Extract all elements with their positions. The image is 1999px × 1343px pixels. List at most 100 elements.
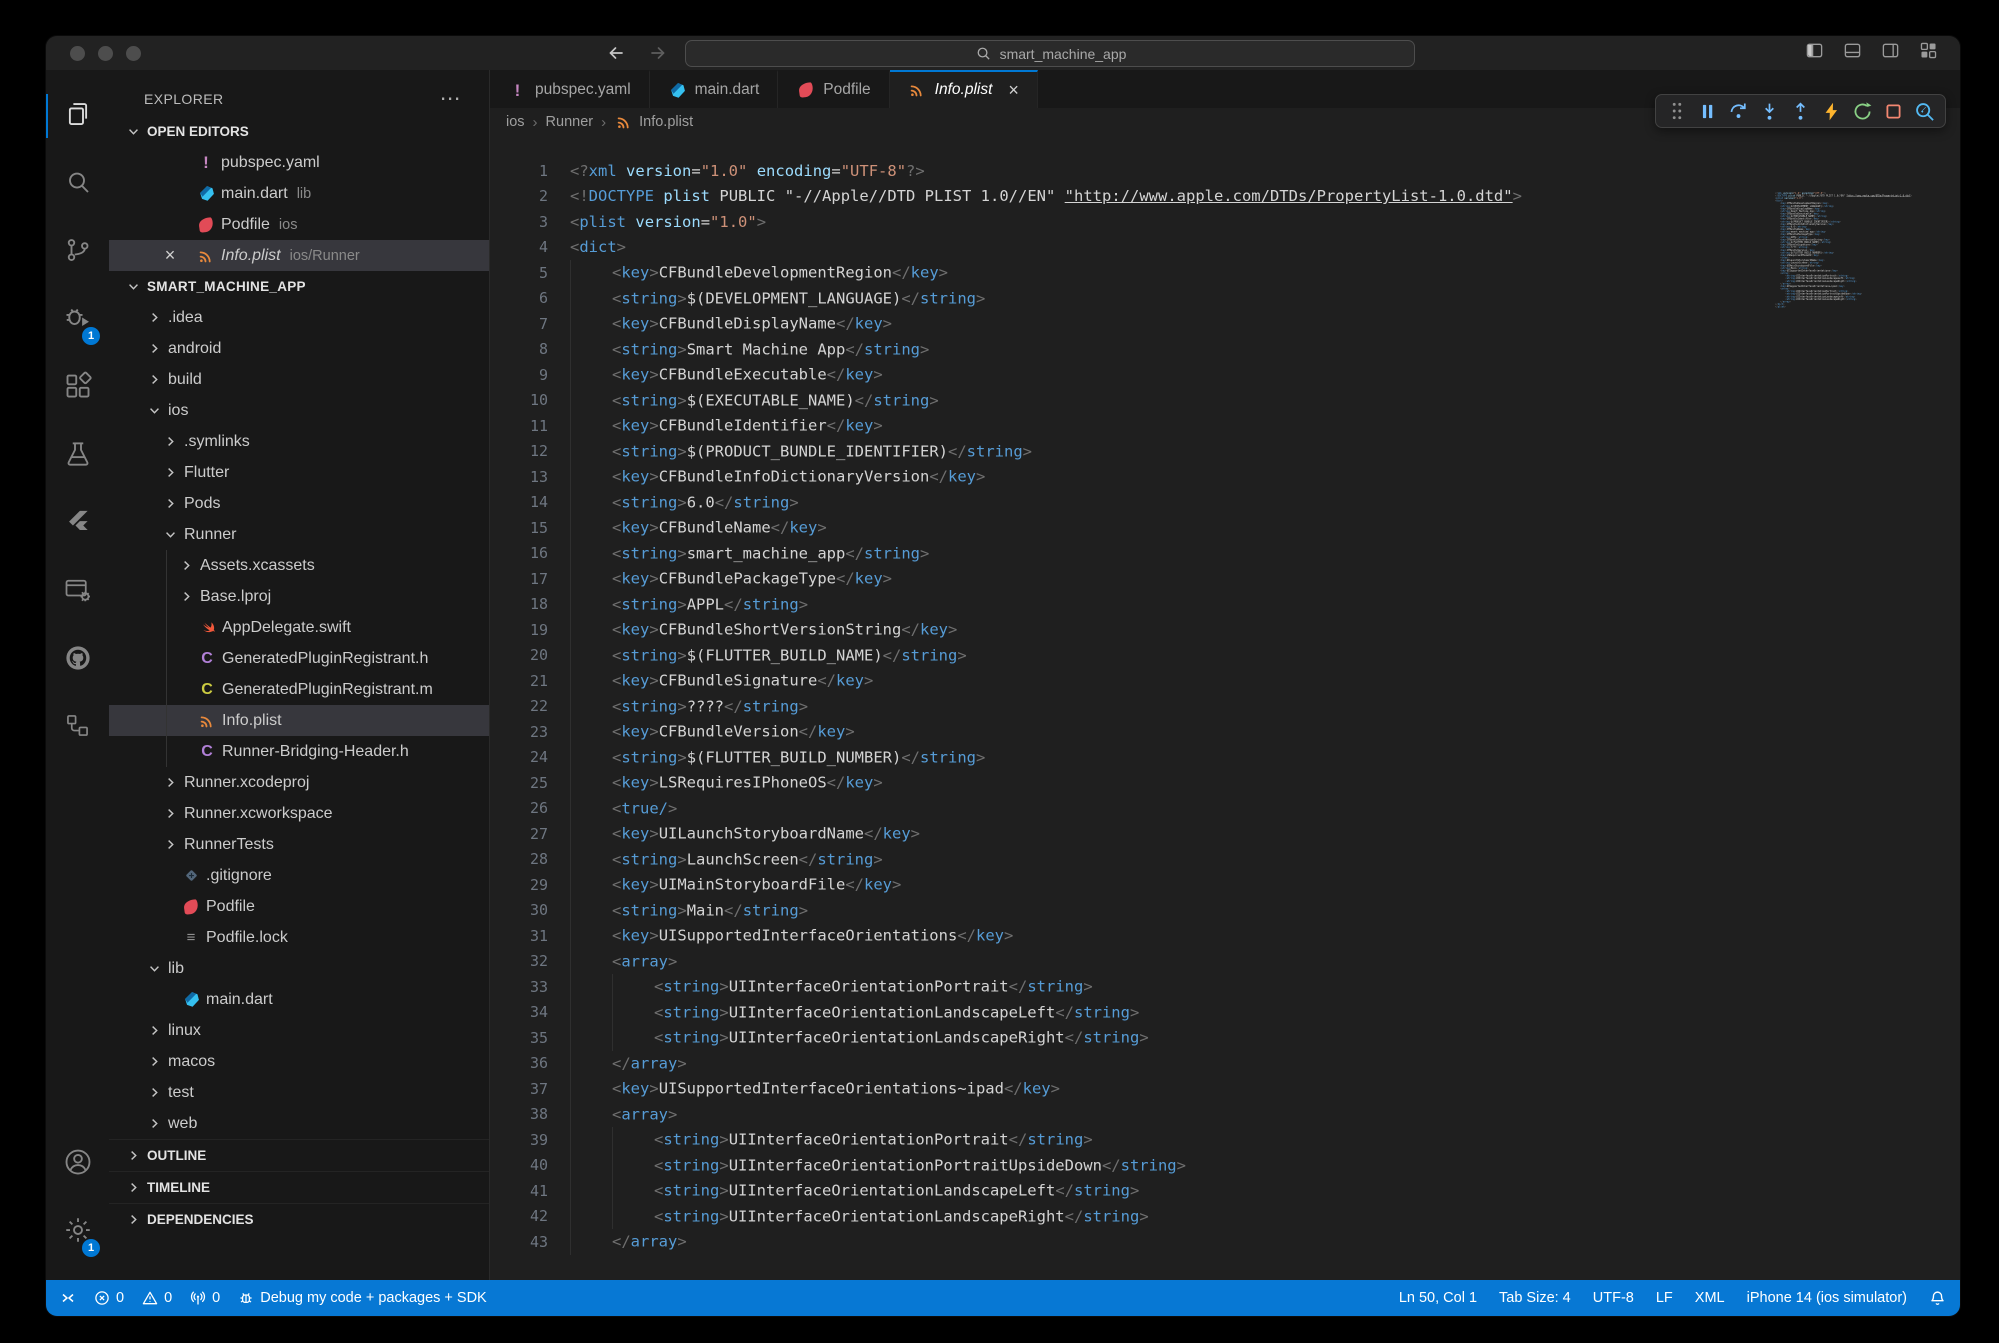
activity-flutter[interactable] [46,490,109,558]
activity-github[interactable] [46,626,109,694]
tree-item-runner-bridging-header-h[interactable]: CRunner-Bridging-Header.h [109,736,489,767]
activity-source-control[interactable] [46,218,109,286]
tree-item-main-dart[interactable]: main.dart [109,984,489,1015]
status-eol[interactable]: LF [1656,1290,1673,1306]
code-editor[interactable]: 1<?xml version="1.0" encoding="UTF-8"?>2… [490,136,1960,1280]
open-editor-main-dart[interactable]: main.dartlib [109,178,489,209]
tree-item-android[interactable]: android [109,333,489,364]
flutter-devtools-button[interactable] [1909,97,1940,125]
open-editor-pubspec-yaml[interactable]: !pubspec.yaml [109,147,489,178]
minimap[interactable]: <?xml version="1.0" encoding="UTF-8"?><!… [1775,192,1927,332]
tree-item-generatedpluginregistrant-m[interactable]: CGeneratedPluginRegistrant.m [109,674,489,705]
tree-item-generatedpluginregistrant-h[interactable]: CGeneratedPluginRegistrant.h [109,643,489,674]
tree-item-appdelegate-swift[interactable]: AppDelegate.swift [109,612,489,643]
tree-item-podfile-lock[interactable]: ≡Podfile.lock [109,922,489,953]
open-editor-info-plist[interactable]: ×Info.plistios/Runner [109,240,489,271]
tree-item-idea[interactable]: .idea [109,302,489,333]
open-editors-header[interactable]: OPEN EDITORS [109,116,489,147]
step-out-button[interactable] [1785,97,1816,125]
tree-item-info-plist[interactable]: Info.plist [109,705,489,736]
step-over-button[interactable] [1723,97,1754,125]
code-line: 19<key>CFBundleShortVersionString</key> [490,617,1960,643]
status-flutter-device[interactable]: iPhone 14 (ios simulator) [1747,1290,1907,1306]
section-outline[interactable]: OUTLINE [109,1139,489,1171]
extensions-icon [63,371,93,406]
section-timeline[interactable]: TIMELINE [109,1171,489,1203]
pause-button[interactable] [1692,97,1723,125]
tree-item-assets-xcassets[interactable]: Assets.xcassets [109,550,489,581]
status-debug-config[interactable]: Debug my code + packages + SDK [238,1290,487,1306]
activity-testing[interactable] [46,422,109,490]
history-forward-button[interactable] [648,36,668,70]
tree-item-label: AppDelegate.swift [222,619,351,637]
tree-item-macos[interactable]: macos [109,1046,489,1077]
project-root-header[interactable]: SMART_MACHINE_APP [109,271,489,302]
layout-panel-icon[interactable] [1843,41,1862,65]
open-editor-podfile[interactable]: Podfileios [109,209,489,240]
tree-item-pods[interactable]: Pods [109,488,489,519]
layout-sidebar-left-icon[interactable] [1805,41,1824,65]
activity-run-debug[interactable]: 1 [46,286,109,354]
activity-extensions[interactable] [46,354,109,422]
layout-custom-icon[interactable] [1919,41,1938,65]
restart-button[interactable] [1847,97,1878,125]
hot-reload-button[interactable] [1816,97,1847,125]
close-window-button[interactable] [70,46,85,61]
step-into-button[interactable] [1754,97,1785,125]
activity-settings[interactable]: 1 [46,1198,109,1266]
status-remote-indicator[interactable] [60,1290,76,1306]
breadcrumb-item[interactable]: ios [506,114,525,130]
tree-item-build[interactable]: build [109,364,489,395]
tab-main-dart[interactable]: main.dart [650,70,779,108]
tree-item-podfile[interactable]: Podfile [109,891,489,922]
tree-item-test[interactable]: test [109,1077,489,1108]
status-warnings[interactable]: 0 [142,1290,172,1306]
close-icon[interactable]: × [1008,80,1019,101]
tree-item-runner-xcodeproj[interactable]: Runner.xcodeproj [109,767,489,798]
tree-item-base-lproj[interactable]: Base.lproj [109,581,489,612]
tree-item-gitignore[interactable]: .gitignore [109,860,489,891]
tree-item-runner-xcworkspace[interactable]: Runner.xcworkspace [109,798,489,829]
drag-grip-button[interactable] [1661,97,1692,125]
status-cursor-position[interactable]: Ln 50, Col 1 [1399,1290,1477,1306]
command-center[interactable]: smart_machine_app [685,40,1415,67]
status-indentation[interactable]: Tab Size: 4 [1499,1290,1571,1306]
activity-explorer[interactable] [46,82,109,150]
history-back-button[interactable] [606,36,626,70]
tree-item-flutter[interactable]: Flutter [109,457,489,488]
status-errors[interactable]: 0 [94,1290,124,1306]
status-ports[interactable]: 0 [190,1290,220,1306]
breadcrumb-item[interactable]: Runner [546,114,594,130]
breadcrumb-file[interactable]: Info.plist [614,114,693,130]
more-actions-icon[interactable]: ⋯ [440,94,461,104]
stop-button[interactable] [1878,97,1909,125]
section-dependencies[interactable]: DEPENDENCIES [109,1203,489,1235]
tree-item-ios[interactable]: ios [109,395,489,426]
status-notifications[interactable] [1929,1290,1946,1307]
tree-item-linux[interactable]: linux [109,1015,489,1046]
status-language-mode[interactable]: XML [1695,1290,1725,1306]
chevron-down-icon [161,527,180,542]
section-label: TIMELINE [147,1180,210,1195]
chevron-right-icon [145,1085,164,1100]
line-number: 34 [490,1003,548,1021]
minimize-window-button[interactable] [98,46,113,61]
tree-item-label: build [168,371,202,389]
activity-project-manager[interactable] [46,694,109,762]
tree-item-runner[interactable]: Runner [109,519,489,550]
tab-podfile[interactable]: Podfile [778,70,889,108]
tab-pubspec-yaml[interactable]: !pubspec.yaml [490,70,650,108]
layout-sidebar-right-icon[interactable] [1881,41,1900,65]
tree-item-lib[interactable]: lib [109,953,489,984]
tree-item-web[interactable]: web [109,1108,489,1139]
line-number: 2 [490,187,548,205]
tree-item-runnertests[interactable]: RunnerTests [109,829,489,860]
close-icon[interactable]: × [159,245,181,266]
activity-devtools[interactable] [46,558,109,626]
activity-search[interactable] [46,150,109,218]
status-encoding[interactable]: UTF-8 [1593,1290,1634,1306]
tree-item-symlinks[interactable]: .symlinks [109,426,489,457]
zoom-window-button[interactable] [126,46,141,61]
activity-accounts[interactable] [46,1130,109,1198]
tab-info-plist[interactable]: Info.plist× [890,70,1038,108]
